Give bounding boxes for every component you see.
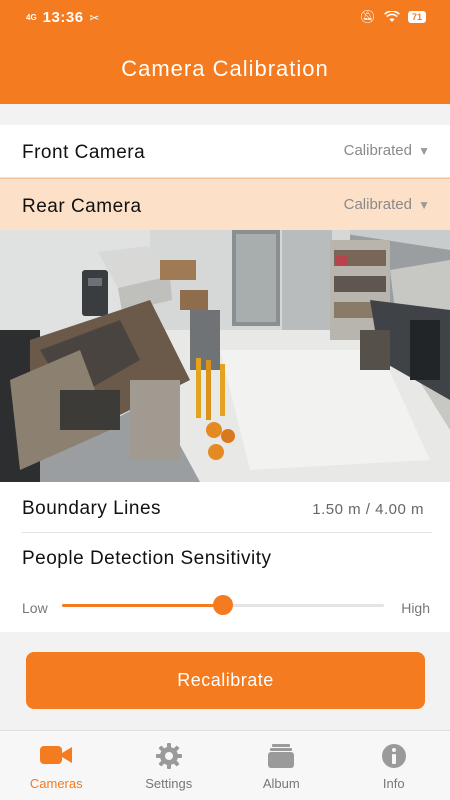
tab-label: Album (262, 776, 300, 791)
video-camera-icon (40, 746, 73, 764)
tab-info[interactable]: Info (338, 731, 450, 800)
tab-bar: Cameras Settings Album Info (0, 730, 450, 800)
calibration-status: Calibrated (343, 196, 412, 213)
info-icon (381, 744, 406, 768)
battery-indicator: 71 (408, 11, 426, 23)
tab-album[interactable]: Album (225, 731, 338, 800)
camera-name: Front Camera (22, 142, 146, 163)
tools-icon: ✂ (89, 10, 100, 25)
camera-name: Rear Camera (22, 196, 142, 217)
signal-indicator: 4G (26, 12, 37, 22)
mute-icon: 🔕︎ (359, 9, 376, 24)
tab-label: Settings (145, 776, 193, 791)
clock: 13:36 (42, 9, 84, 26)
camera-preview (0, 230, 450, 482)
recalibrate-button[interactable]: Recalibrate (26, 652, 425, 709)
camera-row-front[interactable]: Front Camera Calibrated ▼ (0, 125, 450, 178)
camera-row-rear[interactable]: Rear Camera Calibrated ▼ (0, 178, 450, 230)
sensitivity-slider[interactable] (62, 595, 384, 615)
calibration-status: Calibrated (343, 142, 412, 159)
tab-settings[interactable]: Settings (113, 731, 226, 800)
slider-low-label: Low (22, 600, 48, 616)
slider-fill (62, 604, 223, 607)
boundary-lines-label: Boundary Lines (22, 498, 162, 519)
album-icon (268, 744, 295, 768)
boundary-lines-value[interactable]: 1.50 m / 4.00 m (312, 501, 424, 518)
divider (22, 532, 432, 533)
action-area: Recalibrate (0, 632, 450, 730)
slider-thumb[interactable] (213, 595, 233, 615)
gear-icon (155, 743, 182, 769)
header: 4G 13:36 ✂ 🔕︎ 71 Camera Calibration (0, 0, 450, 104)
tab-label: Info (382, 776, 405, 791)
calibration-settings: Boundary Lines 1.50 m / 4.00 m People De… (0, 482, 450, 632)
status-bar: 4G 13:36 ✂ 🔕︎ 71 (0, 0, 450, 36)
tab-label: Cameras (29, 776, 83, 791)
slider-high-label: High (401, 600, 430, 616)
wifi-icon (384, 11, 400, 22)
caret-down-icon: ▼ (418, 144, 430, 158)
sensitivity-label: People Detection Sensitivity (22, 548, 272, 569)
page-title: Camera Calibration (121, 56, 329, 81)
caret-down-icon: ▼ (418, 198, 430, 212)
tab-cameras[interactable]: Cameras (0, 731, 113, 800)
